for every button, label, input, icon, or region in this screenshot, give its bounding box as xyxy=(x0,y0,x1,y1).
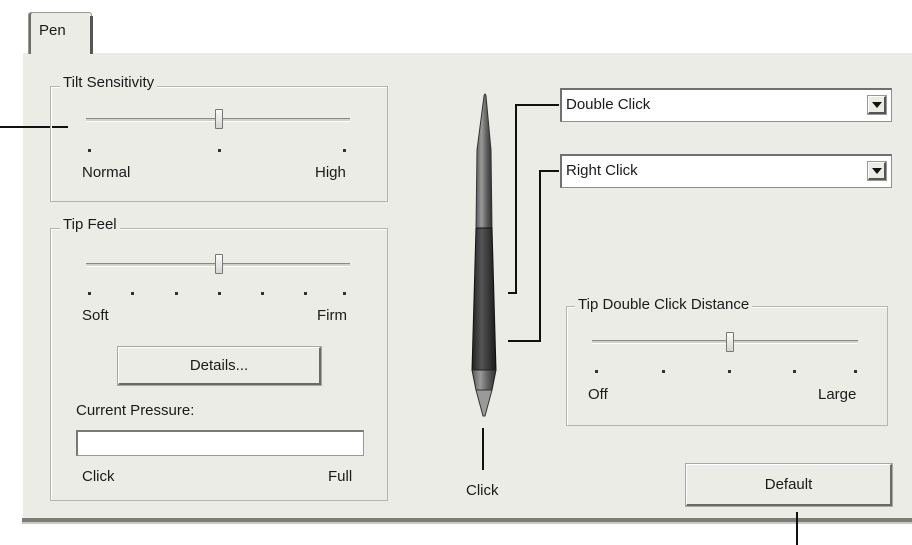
tip-feel-min-label: Soft xyxy=(82,307,109,324)
default-button-label: Default xyxy=(764,476,813,493)
tip-feel-tick xyxy=(261,292,264,295)
upper-button-value: Double Click xyxy=(566,96,651,113)
tilt-sensitivity-title: Tilt Sensitivity xyxy=(60,74,158,91)
details-button[interactable]: Details... xyxy=(117,346,322,386)
tip-double-click-title: Tip Double Click Distance xyxy=(575,296,753,313)
tip-double-click-tick xyxy=(728,370,731,373)
tip-double-click-slider-thumb[interactable] xyxy=(726,332,734,352)
default-button[interactable]: Default xyxy=(685,463,893,507)
details-button-label: Details... xyxy=(189,357,249,374)
lower-button-dropdown-toggle[interactable] xyxy=(867,161,887,181)
pressure-min-label: Click xyxy=(82,468,115,485)
default-callout-line xyxy=(796,512,798,545)
lower-button-connector xyxy=(539,170,559,172)
tilt-tick xyxy=(88,149,91,152)
lower-button-select[interactable]: Right Click xyxy=(560,154,892,188)
tip-feel-title: Tip Feel xyxy=(60,216,120,233)
tip-feel-tick xyxy=(175,292,178,295)
tip-double-click-tick xyxy=(793,370,796,373)
upper-button-dropdown-toggle[interactable] xyxy=(867,95,887,115)
tip-feel-tick xyxy=(131,292,134,295)
tip-click-label: Click xyxy=(466,482,499,499)
tilt-tick xyxy=(218,149,221,152)
current-pressure-label: Current Pressure: xyxy=(76,402,195,419)
tip-double-click-tick xyxy=(662,370,665,373)
panel-bottom-edge-shadow xyxy=(22,522,912,524)
tilt-tick xyxy=(343,149,346,152)
tip-feel-max-label: Firm xyxy=(317,307,347,324)
lower-button-connector xyxy=(508,340,540,342)
upper-button-select[interactable]: Double Click xyxy=(560,88,892,122)
pressure-max-label: Full xyxy=(328,468,353,485)
tip-connector xyxy=(482,428,484,470)
tilt-slider-thumb[interactable] xyxy=(215,109,223,129)
upper-button-connector xyxy=(515,104,517,294)
chevron-down-icon xyxy=(872,168,882,174)
tilt-sensitivity-group xyxy=(50,86,388,202)
tip-feel-tick xyxy=(88,292,91,295)
lower-button-connector xyxy=(539,170,541,342)
tab-pen[interactable]: Pen xyxy=(28,12,92,54)
tab-edge xyxy=(90,16,93,54)
tip-feel-slider-thumb[interactable] xyxy=(215,254,223,274)
tip-feel-tick xyxy=(218,292,221,295)
upper-button-connector xyxy=(515,104,559,106)
tip-double-click-group xyxy=(566,306,888,426)
chevron-down-icon xyxy=(872,102,882,108)
current-pressure-bar xyxy=(76,430,364,456)
tip-double-click-max-label: Large xyxy=(818,386,857,403)
tab-pen-label: Pen xyxy=(39,22,66,39)
tip-double-click-tick xyxy=(595,370,598,373)
tilt-min-label: Normal xyxy=(82,164,131,181)
tilt-max-label: High xyxy=(315,164,346,181)
tip-double-click-min-label: Off xyxy=(588,386,608,403)
tip-double-click-slider-track[interactable] xyxy=(592,340,858,344)
tip-feel-tick xyxy=(304,292,307,295)
tip-feel-tick xyxy=(343,292,346,295)
pen-illustration xyxy=(471,93,497,417)
tip-double-click-tick xyxy=(854,370,857,373)
lower-button-value: Right Click xyxy=(566,162,638,179)
